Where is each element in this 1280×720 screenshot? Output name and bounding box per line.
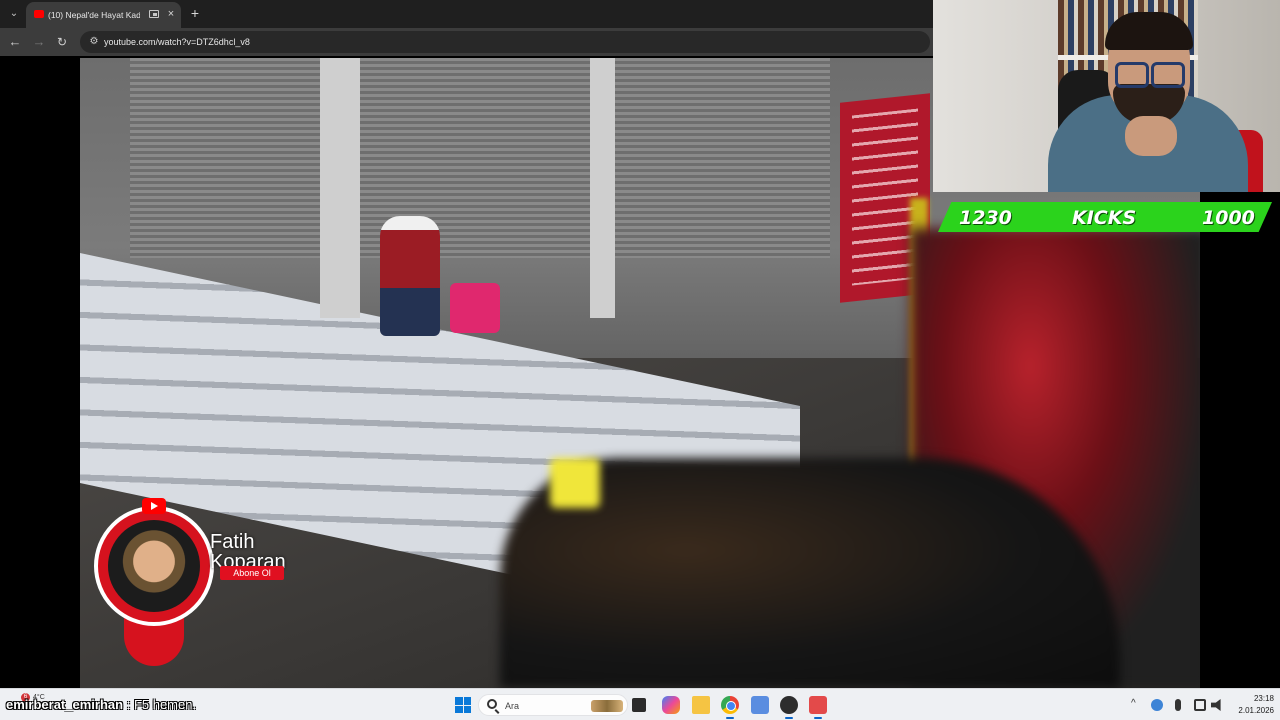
goal-label: KICKS <box>1072 207 1137 229</box>
channel-avatar-overlay[interactable] <box>94 498 214 668</box>
search-icon <box>487 699 497 709</box>
taskbar-search[interactable]: Ara <box>478 694 628 716</box>
forward-arrow-icon[interactable]: → <box>30 33 48 51</box>
streamer-webcam <box>933 0 1280 192</box>
chrome-icon[interactable] <box>721 696 739 714</box>
chat-message: emirberat_emirhan : F5 hemen. <box>6 696 196 714</box>
video-pink-bag <box>450 283 500 333</box>
reload-icon[interactable]: ↻ <box>53 33 71 51</box>
search-highlight-icon <box>591 700 623 712</box>
streamer-hair <box>1105 12 1193 50</box>
goal-current-count: 1230 <box>959 207 1012 229</box>
onedrive-icon[interactable] <box>1151 699 1163 711</box>
volume-icon[interactable] <box>1211 699 1221 711</box>
new-tab-button[interactable]: + <box>188 5 202 21</box>
snipping-tool-icon[interactable] <box>751 696 769 714</box>
back-arrow-icon[interactable]: ← <box>6 33 24 51</box>
network-icon[interactable] <box>1194 699 1206 711</box>
site-info-icon[interactable]: ⚙ <box>88 35 100 49</box>
streaming-app-icon[interactable] <box>809 696 827 714</box>
stream-active-indicator <box>814 717 822 719</box>
taskbar-clock[interactable]: 23:18 2.01.2026 <box>1230 693 1274 717</box>
subscribe-button[interactable]: Abone Ol <box>220 566 284 580</box>
youtube-icon <box>34 10 44 18</box>
windows-start-icon[interactable] <box>455 697 471 713</box>
clock-date: 2.01.2026 <box>1238 706 1274 715</box>
chat-text: F5 hemen. <box>133 697 197 712</box>
video-bike-light <box>550 458 600 508</box>
address-bar[interactable]: ⚙ youtube.com/watch?v=DTZ6dhcl_v8 <box>80 31 930 53</box>
task-view-icon[interactable] <box>632 698 646 712</box>
streamer-glasses <box>1115 62 1185 88</box>
browser-toolbar: ← → ↻ ⚙ youtube.com/watch?v=DTZ6dhcl_v8 <box>0 28 933 56</box>
chrome-active-indicator <box>726 717 734 719</box>
picture-in-picture-icon[interactable] <box>149 10 159 18</box>
obs-icon[interactable] <box>780 696 798 714</box>
tab-title: (10) Nepal'de Hayat Kadınl <box>48 10 140 20</box>
video-shutter <box>130 58 320 258</box>
youtube-play-icon <box>142 498 166 514</box>
video-pillar <box>320 58 360 318</box>
tab-youtube-video[interactable]: (10) Nepal'de Hayat Kadınl × <box>26 2 181 28</box>
copilot-icon[interactable] <box>662 696 680 714</box>
clock-time: 23:18 <box>1253 694 1274 703</box>
url-text[interactable]: youtube.com/watch?v=DTZ6dhcl_v8 <box>104 35 250 49</box>
tab-search-chevron-icon[interactable]: ⌄ <box>6 6 22 22</box>
chat-username: emirberat_emirhan <box>6 697 124 712</box>
video-shutter <box>615 58 830 258</box>
microphone-icon[interactable] <box>1175 699 1181 711</box>
tab-close-icon[interactable]: × <box>165 7 177 21</box>
file-explorer-icon[interactable] <box>692 696 710 714</box>
video-pillar <box>590 58 615 318</box>
streamer-hand <box>1125 116 1177 156</box>
goal-target-count: 1000 <box>1202 207 1255 229</box>
tray-chevron-up-icon[interactable]: ^ <box>1131 698 1136 709</box>
browser-tabbar: ⌄ (10) Nepal'de Hayat Kadınl × + <box>0 0 933 28</box>
video-seated-person <box>380 216 440 336</box>
channel-avatar <box>108 520 200 612</box>
obs-active-indicator <box>785 717 793 719</box>
search-placeholder: Ara <box>505 701 520 711</box>
chat-separator: : <box>126 697 131 712</box>
